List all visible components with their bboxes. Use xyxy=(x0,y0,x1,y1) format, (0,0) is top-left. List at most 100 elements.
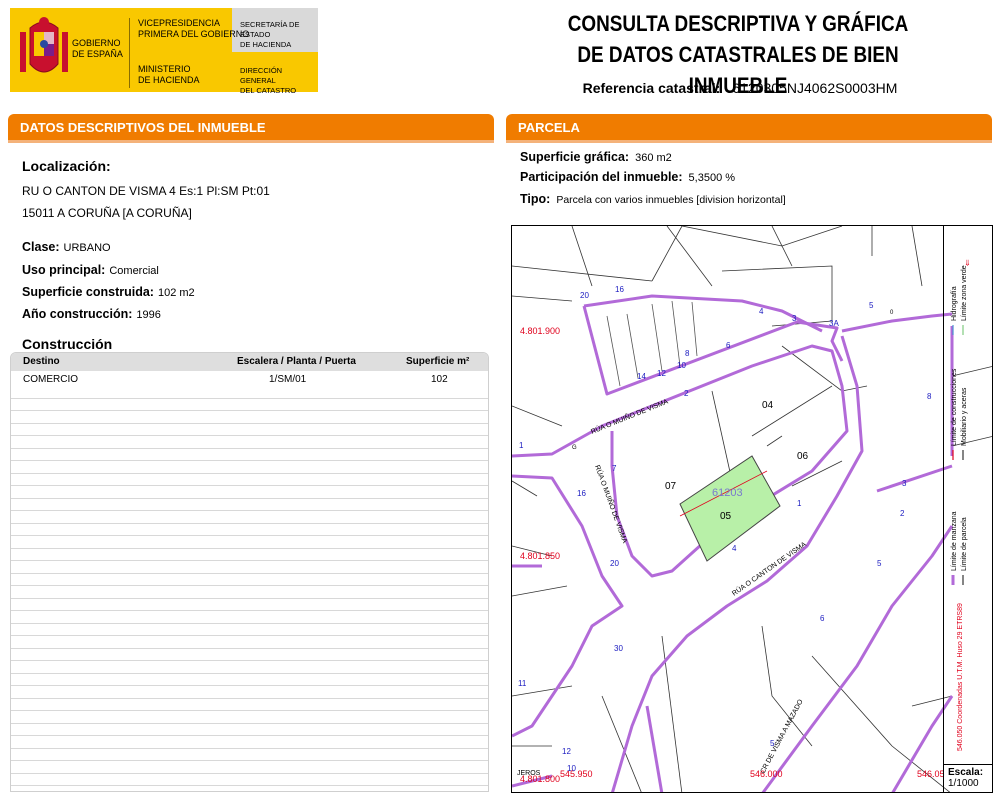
col-escalera: Escalera / Planta / Puerta xyxy=(237,356,356,367)
house-number: 8 xyxy=(685,349,690,358)
table-rule xyxy=(11,386,488,399)
house-number: 2 xyxy=(684,389,689,398)
tipo-value: Parcela con varios inmuebles [division h… xyxy=(556,194,786,206)
logo-divider xyxy=(129,18,130,88)
ref-label: Referencia catastral: xyxy=(582,80,721,96)
house-number: 3A xyxy=(829,319,839,328)
street-label: RÚA O MUIÑO DE VISMA xyxy=(589,396,669,435)
field-tipo: Tipo: Parcela con varios inmuebles [divis… xyxy=(520,192,786,206)
vicepresidencia-label: VICEPRESIDENCIA PRIMERA DEL GOBIERNO xyxy=(138,18,250,39)
house-number: 5 xyxy=(869,301,874,310)
cell-escalera: 1/SM/01 xyxy=(269,374,307,385)
coord-y-label: 4.801.850 xyxy=(520,551,560,561)
table-rule xyxy=(11,661,488,674)
supg-label: Superficie gráfica: xyxy=(520,150,630,164)
table-rule xyxy=(11,586,488,599)
projection-label: 546.050 Coordenadas U.T.M. Huso 29 ETRS8… xyxy=(957,603,964,751)
lot-label-05: 05 xyxy=(720,511,732,522)
lot-label-06: 06 xyxy=(797,451,809,462)
house-number: 5 xyxy=(877,559,882,568)
house-number: 3 xyxy=(792,314,797,323)
anio-value: 1996 xyxy=(136,309,161,321)
ministerio-label: MINISTERIO DE HACIENDA xyxy=(138,64,200,85)
scale-value: 1/1000 xyxy=(948,778,979,789)
house-number: 6 xyxy=(820,614,825,623)
table-rule xyxy=(11,649,488,661)
field-superficie: Superficie construida: 102 m2 xyxy=(22,285,195,299)
table-rule xyxy=(11,524,488,536)
table-rule xyxy=(11,611,488,624)
house-number: 8 xyxy=(927,392,932,401)
direccion-label: DIRECCIÓN GENERAL DEL CATASTRO xyxy=(240,66,297,95)
misc-label: G xyxy=(572,445,577,451)
field-uso: Uso principal: Comercial xyxy=(22,263,159,277)
title-line-1: CONSULTA DESCRIPTIVA Y GRÁFICA xyxy=(567,11,909,36)
table-rule xyxy=(11,511,488,524)
uso-label: Uso principal: xyxy=(22,263,106,277)
coord-x-label: 545.950 xyxy=(560,769,593,779)
localizacion-city: 15011 A CORUÑA [A CORUÑA] xyxy=(22,206,192,220)
table-rule xyxy=(11,599,488,611)
secretaria-label: SECRETARÍA DE ESTADO DE HACIENDA xyxy=(240,20,300,49)
street-label: CR DE VISMA A MAZADO xyxy=(760,698,805,775)
construccion-title: Construcción xyxy=(22,336,113,352)
table-rule xyxy=(11,736,488,749)
legend-item: Límite zona verde xyxy=(961,265,968,321)
part-value: 5,3500 % xyxy=(688,172,736,184)
table-rule xyxy=(11,574,488,586)
table-rule xyxy=(11,624,488,636)
coordinate-labels: 4.801.900 4.801.850 4.801.800 545.950 54… xyxy=(520,326,945,784)
superficie-label: Superficie construida: xyxy=(22,285,154,299)
house-number: 11 xyxy=(518,679,527,688)
clase-value: URBANO xyxy=(63,242,111,254)
table-rule xyxy=(11,636,488,649)
legend-item: Límite de construcciones xyxy=(951,368,958,446)
gobierno-label: GOBIERNO DE ESPAÑA xyxy=(72,38,123,59)
table-rule xyxy=(11,424,488,436)
superficie-value: 102 m2 xyxy=(157,287,195,299)
part-label: Participación del inmueble: xyxy=(520,170,683,184)
referencia-catastral: Referencia catastral: 6120305NJ4062S0003H… xyxy=(540,80,940,96)
lot-label-04: 04 xyxy=(762,400,774,411)
north-arrow-icon: ⇐ xyxy=(963,259,972,266)
table-rule xyxy=(11,549,488,561)
house-number: 16 xyxy=(615,285,624,294)
coord-y-label: 4.801.900 xyxy=(520,326,560,336)
house-number: 4 xyxy=(732,544,737,553)
table-rule xyxy=(11,461,488,474)
house-number: 10 xyxy=(677,361,686,370)
misc-label: JEROS xyxy=(517,770,541,777)
table-rule xyxy=(11,411,488,424)
table-rule xyxy=(11,711,488,724)
table-header: Destino Escalera / Planta / Puerta Super… xyxy=(11,353,488,371)
table-rule xyxy=(11,399,488,411)
legend-item: Límite de manzana xyxy=(951,511,958,571)
legend-item: Hidrografía xyxy=(951,286,958,321)
anio-label: Año construcción: xyxy=(22,307,133,321)
house-number: 4 xyxy=(759,307,764,316)
house-number: 14 xyxy=(637,372,646,381)
house-number: 12 xyxy=(657,369,666,378)
cell-superficie: 102 xyxy=(431,374,448,385)
field-anio: Año construcción: 1996 xyxy=(22,307,161,321)
house-number: 20 xyxy=(610,559,619,568)
col-destino: Destino xyxy=(23,356,60,367)
coat-of-arms-icon xyxy=(20,17,68,73)
coord-x-label: 546.000 xyxy=(750,769,783,779)
cadastral-map[interactable]: 61203 05 04 06 07 RÚA O MUIÑO DE VISMA R… xyxy=(511,225,993,793)
table-rule xyxy=(11,774,488,786)
table-rule xyxy=(11,749,488,761)
map-legend: Límite de manzana Límite de parcela Límite… xyxy=(943,226,992,764)
table-rule xyxy=(11,674,488,686)
house-number: 1 xyxy=(519,441,524,450)
field-participacion: Participación del inmueble: 5,3500 % xyxy=(520,170,735,184)
cell-destino: COMERCIO xyxy=(23,374,78,385)
map-drawing: 61203 05 04 06 07 RÚA O MUIÑO DE VISMA R… xyxy=(512,226,992,792)
table-ruled-lines xyxy=(11,386,488,786)
field-superficie-grafica: Superficie gráfica: 360 m2 xyxy=(520,150,672,164)
localizacion-title: Localización: xyxy=(22,158,111,174)
table-rule xyxy=(11,561,488,574)
house-number: 12 xyxy=(562,747,571,756)
house-number: 5 xyxy=(770,739,775,748)
construccion-table: Destino Escalera / Planta / Puerta Super… xyxy=(10,352,489,792)
